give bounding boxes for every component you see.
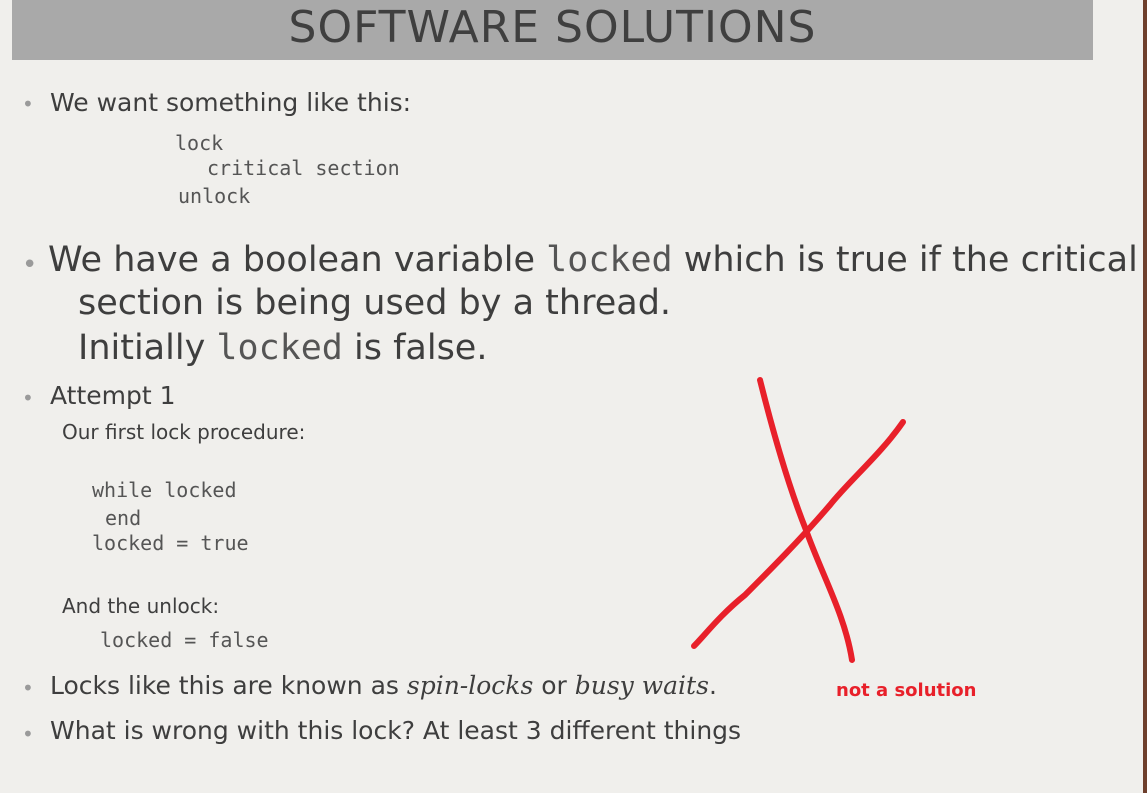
red-x-mark (691, 377, 906, 663)
x-stroke-2 (691, 419, 906, 649)
slide: SOFTWARE SOLUTIONS • We want something l… (0, 0, 1147, 793)
annotation-not-a-solution: not a solution (836, 680, 977, 701)
x-stroke-1 (757, 377, 855, 663)
